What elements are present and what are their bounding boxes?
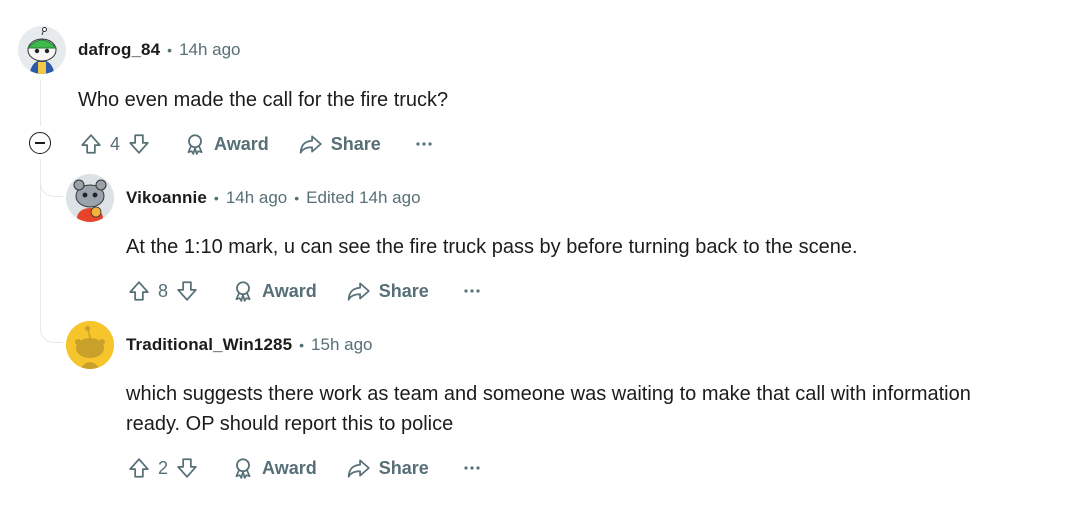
separator: • — [294, 190, 300, 206]
more-icon[interactable] — [463, 465, 481, 471]
vote-score: 2 — [158, 457, 169, 478]
upvote-icon[interactable] — [124, 276, 154, 306]
comment-actions: 8 Award Share — [124, 274, 481, 308]
avatar[interactable] — [66, 174, 114, 222]
award-label: Award — [262, 280, 317, 301]
upvote-icon[interactable] — [124, 453, 154, 483]
vote-group: 2 — [124, 453, 202, 483]
more-icon[interactable] — [415, 141, 433, 147]
share-button[interactable]: Share — [347, 457, 429, 479]
award-icon — [232, 280, 254, 302]
vote-group: 4 — [76, 129, 154, 159]
downvote-icon[interactable] — [172, 453, 202, 483]
comment-body: At the 1:10 mark, u can see the fire tru… — [126, 236, 858, 258]
more-icon[interactable] — [463, 288, 481, 294]
vote-group: 8 — [124, 276, 202, 306]
comment: Vikoannie • 14h ago • Edited 14h ago — [66, 174, 421, 222]
downvote-icon[interactable] — [124, 129, 154, 159]
comment-thread: dafrog_84 • 14h ago Who even made the ca… — [0, 0, 1071, 509]
share-label: Share — [378, 457, 429, 478]
share-icon — [347, 457, 371, 479]
username[interactable]: Vikoannie — [126, 188, 207, 208]
comment-meta: Traditional_Win1285 • 15h ago — [66, 321, 373, 369]
award-button[interactable]: Award — [232, 457, 317, 479]
comment-actions: 2 Award Share — [124, 451, 481, 485]
award-label: Award — [262, 457, 317, 478]
comment-meta: dafrog_84 • 14h ago — [18, 26, 241, 74]
separator: • — [299, 337, 305, 353]
award-icon — [232, 457, 254, 479]
timestamp[interactable]: 14h ago — [226, 188, 287, 208]
share-icon — [347, 280, 371, 302]
award-icon — [184, 133, 206, 155]
timestamp[interactable]: 15h ago — [311, 335, 372, 355]
award-label: Award — [214, 133, 269, 154]
avatar[interactable] — [18, 26, 66, 74]
award-button[interactable]: Award — [232, 280, 317, 302]
thread-line — [40, 80, 41, 126]
share-label: Share — [378, 280, 429, 301]
comment: dafrog_84 • 14h ago — [18, 26, 241, 74]
separator: • — [213, 190, 219, 206]
comment-body: which suggests there work as team and so… — [126, 383, 971, 435]
thread-connector — [40, 300, 63, 343]
timestamp[interactable]: 14h ago — [179, 40, 240, 60]
comment: Traditional_Win1285 • 15h ago — [66, 321, 373, 369]
separator: • — [167, 42, 173, 58]
upvote-icon[interactable] — [76, 129, 106, 159]
collapse-icon[interactable] — [29, 132, 51, 154]
award-button[interactable]: Award — [184, 133, 269, 155]
username[interactable]: dafrog_84 — [78, 40, 160, 60]
share-button[interactable]: Share — [299, 133, 381, 155]
share-icon — [299, 133, 323, 155]
share-button[interactable]: Share — [347, 280, 429, 302]
downvote-icon[interactable] — [172, 276, 202, 306]
comment-meta: Vikoannie • 14h ago • Edited 14h ago — [66, 174, 421, 222]
username[interactable]: Traditional_Win1285 — [126, 335, 292, 355]
share-label: Share — [330, 133, 381, 154]
thread-connector — [40, 160, 63, 197]
vote-score: 4 — [110, 133, 121, 154]
comment-body: Who even made the call for the fire truc… — [78, 89, 449, 111]
edited-label: Edited 14h ago — [306, 188, 421, 207]
vote-score: 8 — [158, 280, 169, 301]
avatar[interactable] — [66, 321, 114, 369]
comment-actions: 4 Award Share — [76, 127, 433, 161]
